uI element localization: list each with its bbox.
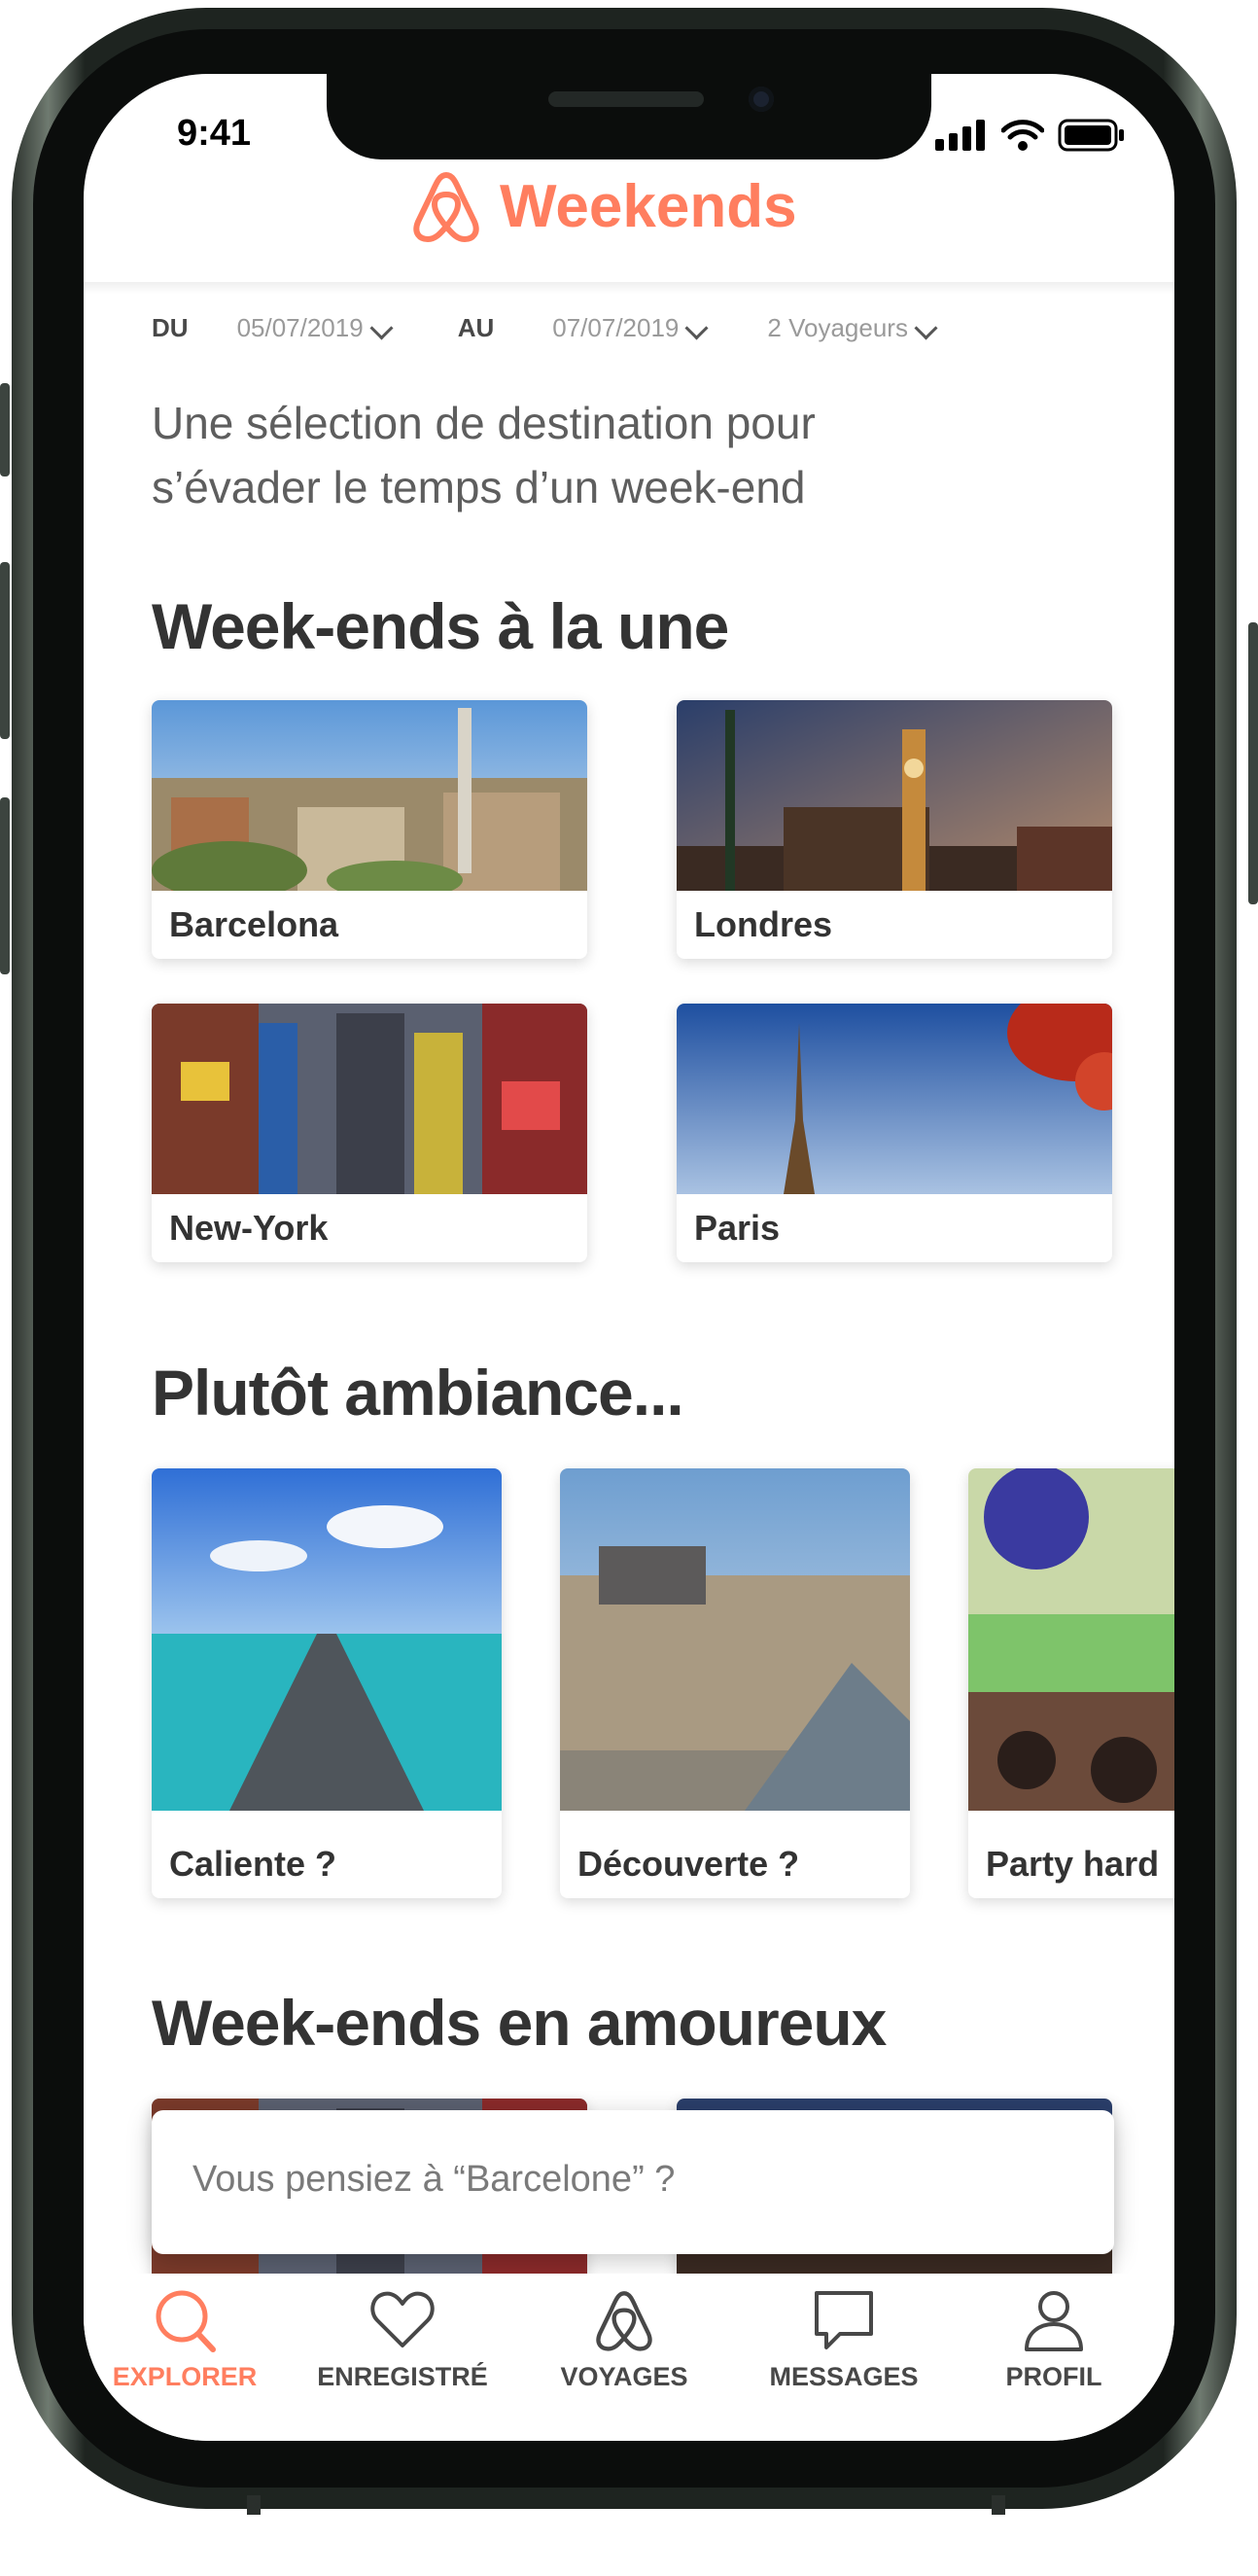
frame-band xyxy=(992,2495,1005,2515)
card-label: Découverte ? xyxy=(577,1844,800,1884)
tab-label: MESSAGES xyxy=(769,2362,919,2391)
suggestion-toast[interactable]: Vous pensiez à “Barcelone” ? xyxy=(152,2110,1114,2254)
volume-down-button xyxy=(0,797,10,974)
airbnb-logo-icon xyxy=(413,172,479,242)
status-icons xyxy=(935,119,1126,152)
paris-photo xyxy=(677,1004,1112,1194)
app-header: Weekends xyxy=(410,169,797,243)
ambiance-card-caliente[interactable]: Caliente ? xyxy=(152,1468,502,1898)
section-title-ambiance: Plutôt ambiance... xyxy=(152,1357,684,1429)
search-filters: DU 05/07/2019 AU 07/07/2019 2 Voyageurs xyxy=(152,313,938,343)
party-photo xyxy=(968,1468,1174,1811)
tab-profil[interactable]: PROFIL xyxy=(947,2287,1161,2392)
tab-messages[interactable]: MESSAGES xyxy=(737,2287,951,2392)
chevron-down-icon xyxy=(914,316,938,340)
wifi-icon xyxy=(1001,120,1044,151)
beach-pier-photo xyxy=(152,1468,502,1811)
from-label: DU xyxy=(152,313,189,342)
from-date-select[interactable]: 05/07/2019 xyxy=(236,313,394,343)
tab-label: EXPLORER xyxy=(112,2362,258,2391)
barcelona-photo xyxy=(152,700,587,891)
notch xyxy=(327,74,931,159)
tab-label: PROFIL xyxy=(1005,2362,1102,2391)
tab-label: VOYAGES xyxy=(560,2362,688,2391)
tab-voyages[interactable]: VOYAGES xyxy=(517,2287,731,2392)
travellers-select[interactable]: 2 Voyageurs xyxy=(767,313,938,343)
user-icon xyxy=(1025,2291,1083,2351)
cellular-signal-icon xyxy=(935,120,985,151)
destination-card-londres[interactable]: Londres xyxy=(677,700,1112,959)
destination-card-new-york[interactable]: New-York xyxy=(152,1004,587,1262)
card-label: Caliente ? xyxy=(169,1844,337,1884)
ambiance-card-party-hard[interactable]: Party hard xyxy=(968,1468,1174,1898)
chevron-down-icon xyxy=(684,316,709,340)
from-date-value: 05/07/2019 xyxy=(236,313,364,342)
section-title-romantic: Week-ends en amoureux xyxy=(152,1987,887,2059)
volume-up-button xyxy=(0,562,10,739)
page-title: Weekends xyxy=(500,172,797,240)
destination-card-paris[interactable]: Paris xyxy=(677,1004,1112,1262)
to-label: AU xyxy=(457,313,495,342)
airbnb-logo-icon xyxy=(596,2291,652,2351)
ambiance-card-decouverte[interactable]: Découverte ? xyxy=(560,1468,910,1898)
status-time: 9:41 xyxy=(177,113,252,154)
frame-band xyxy=(247,2495,261,2515)
card-label: Paris xyxy=(694,1208,781,1248)
tab-explorer[interactable]: EXPLORER xyxy=(84,2287,292,2392)
camera xyxy=(749,87,774,112)
section-title-featured: Week-ends à la une xyxy=(152,590,729,662)
speaker xyxy=(548,91,704,107)
card-label: Barcelona xyxy=(169,904,339,944)
destination-card-barcelona[interactable]: Barcelona xyxy=(152,700,587,959)
chat-bubble-icon xyxy=(815,2291,873,2349)
heart-icon xyxy=(370,2291,435,2347)
new-york-photo xyxy=(152,1004,587,1194)
bottom-tab-bar: EXPLORER ENREGISTRÉ VOYAGES MESSAGES PRO… xyxy=(84,2274,1174,2441)
search-icon xyxy=(156,2290,216,2352)
card-label: Londres xyxy=(694,904,833,944)
tab-label: ENREGISTRÉ xyxy=(317,2362,488,2391)
battery-icon xyxy=(1058,119,1124,152)
chevron-down-icon xyxy=(369,316,394,340)
tab-enregistre[interactable]: ENREGISTRÉ xyxy=(296,2287,509,2392)
app-screen: 9:41 Weekends DU 05/07/2019 AU 07/07/201… xyxy=(84,74,1174,2441)
card-label: Party hard xyxy=(986,1844,1160,1884)
header-divider xyxy=(84,282,1174,294)
louvre-photo xyxy=(560,1468,910,1811)
to-date-select[interactable]: 07/07/2019 xyxy=(552,313,709,343)
london-photo xyxy=(677,700,1112,891)
power-button xyxy=(1248,622,1258,904)
mute-switch xyxy=(0,383,10,476)
intro-text: Une sélection de destination pour s’évad… xyxy=(152,398,816,512)
card-label: New-York xyxy=(169,1208,329,1248)
travellers-value: 2 Voyageurs xyxy=(767,313,908,342)
to-date-value: 07/07/2019 xyxy=(552,313,680,342)
suggestion-text: Vous pensiez à “Barcelone” ? xyxy=(192,2159,676,2200)
